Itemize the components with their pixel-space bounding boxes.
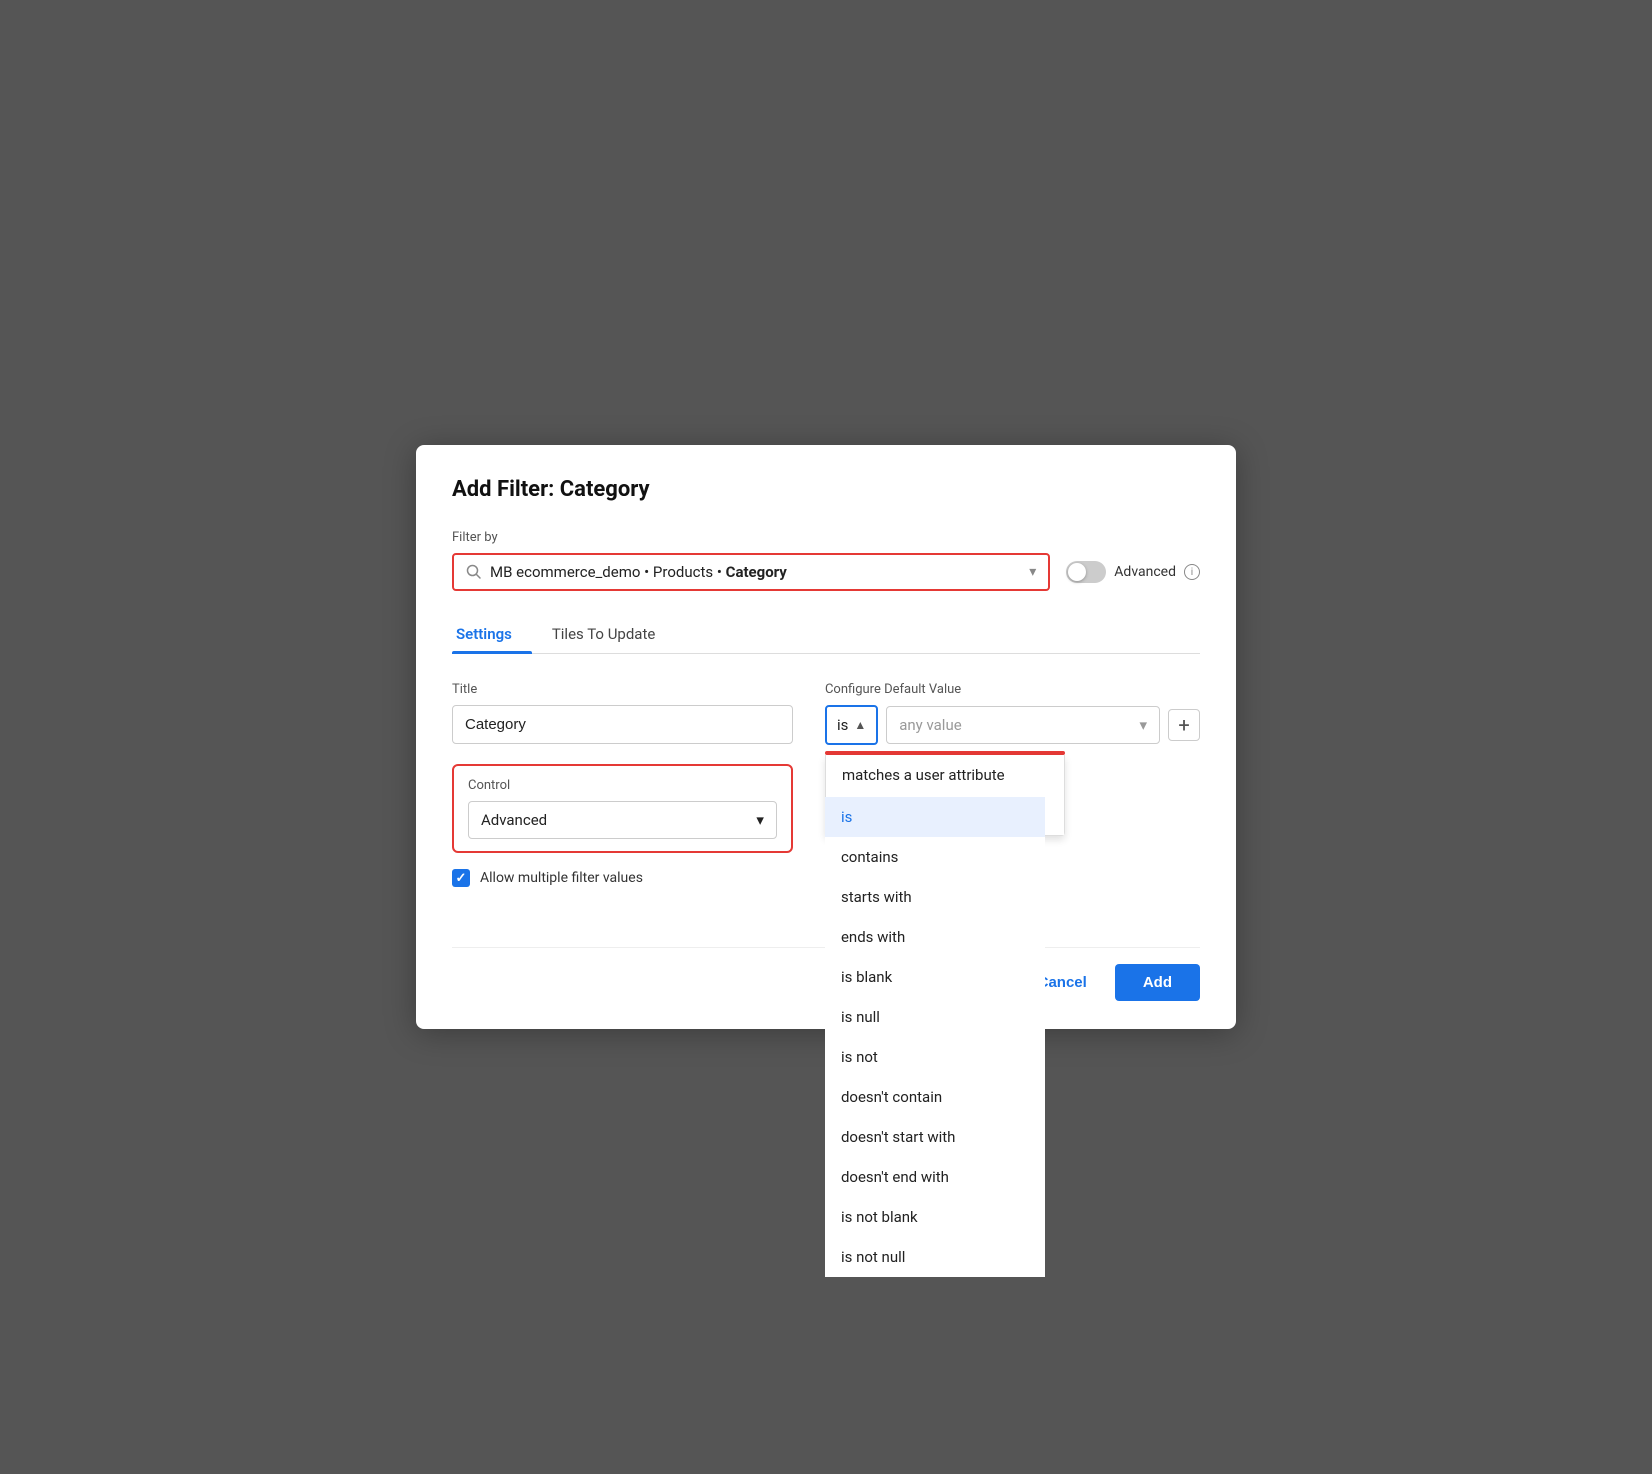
filter-by-label: Filter by <box>452 530 1200 545</box>
dropdown-items-outlined: is contains starts with ends with is bla… <box>825 797 1045 1277</box>
dropdown-item-doesnt-end-with[interactable]: doesn't end with <box>825 1157 1045 1197</box>
dropdown-item-is-not[interactable]: is not <box>825 1037 1045 1077</box>
dropdown-item-is-blank[interactable]: is blank <box>825 957 1045 997</box>
dropdown-item-doesnt-contain[interactable]: doesn't contain <box>825 1077 1045 1117</box>
add-button[interactable]: Add <box>1115 964 1200 1001</box>
control-select-value: Advanced <box>481 811 547 829</box>
advanced-toggle-switch[interactable] <box>1066 561 1106 583</box>
value-dropdown-arrow-icon: ▾ <box>1139 716 1147 734</box>
control-label: Control <box>468 778 777 793</box>
dropdown-item-doesnt-start-with[interactable]: doesn't start with <box>825 1117 1045 1157</box>
filter-row: MB ecommerce_demo • Products • Category … <box>452 553 1200 591</box>
add-value-button[interactable]: + <box>1168 709 1200 741</box>
checkbox-check-icon: ✓ <box>456 871 467 886</box>
settings-row: Title Control Advanced ▾ ✓ Allow multipl… <box>452 682 1200 887</box>
value-placeholder: any value <box>899 716 961 734</box>
tab-tiles-to-update[interactable]: Tiles To Update <box>548 615 676 653</box>
dropdown-item-is[interactable]: is <box>825 797 1045 837</box>
dropdown-item-is-null[interactable]: is null <box>825 997 1045 1037</box>
dialog-title: Add Filter: Category <box>452 477 1200 502</box>
search-icon <box>466 564 482 580</box>
tab-settings[interactable]: Settings <box>452 615 532 653</box>
operator-dropdown: is contains starts with ends with is bla… <box>825 751 1065 836</box>
advanced-toggle-label: Advanced <box>1114 564 1176 580</box>
advanced-info-icon[interactable]: i <box>1184 564 1200 580</box>
left-column: Title Control Advanced ▾ ✓ Allow multipl… <box>452 682 793 887</box>
operator-select[interactable]: is ▲ <box>825 705 878 745</box>
filter-select[interactable]: MB ecommerce_demo • Products • Category … <box>452 553 1050 591</box>
allow-multiple-checkbox[interactable]: ✓ <box>452 869 470 887</box>
control-dropdown-arrow-icon: ▾ <box>756 811 764 829</box>
operator-value: is <box>837 716 848 734</box>
dropdown-item-starts-with[interactable]: starts with <box>825 877 1045 917</box>
configure-row: is ▲ any value ▾ + is contains starts wi… <box>825 705 1200 745</box>
dropdown-item-contains[interactable]: contains <box>825 837 1045 877</box>
checkbox-row: ✓ Allow multiple filter values <box>452 869 793 887</box>
filter-select-text: MB ecommerce_demo • Products • Category <box>490 563 1021 581</box>
operator-arrow-icon: ▲ <box>854 718 866 732</box>
dropdown-item-is-not-null[interactable]: is not null <box>825 1237 1045 1277</box>
checkbox-label: Allow multiple filter values <box>480 870 643 886</box>
dropdown-item-ends-with[interactable]: ends with <box>825 917 1045 957</box>
control-select[interactable]: Advanced ▾ <box>468 801 777 839</box>
advanced-toggle: Advanced i <box>1066 561 1200 583</box>
title-input[interactable] <box>452 705 793 744</box>
value-select[interactable]: any value ▾ <box>886 706 1160 744</box>
tabs: Settings Tiles To Update <box>452 615 1200 654</box>
dropdown-item-matches-user-attr[interactable]: matches a user attribute <box>826 755 1064 795</box>
filter-dropdown-arrow-icon: ▾ <box>1029 564 1036 580</box>
title-label: Title <box>452 682 793 697</box>
add-filter-dialog: Add Filter: Category Filter by MB ecomme… <box>416 445 1236 1029</box>
dropdown-item-is-not-blank[interactable]: is not blank <box>825 1197 1045 1237</box>
right-column: Configure Default Value is ▲ any value ▾… <box>825 682 1200 745</box>
configure-label: Configure Default Value <box>825 682 1200 697</box>
control-box: Control Advanced ▾ <box>452 764 793 853</box>
